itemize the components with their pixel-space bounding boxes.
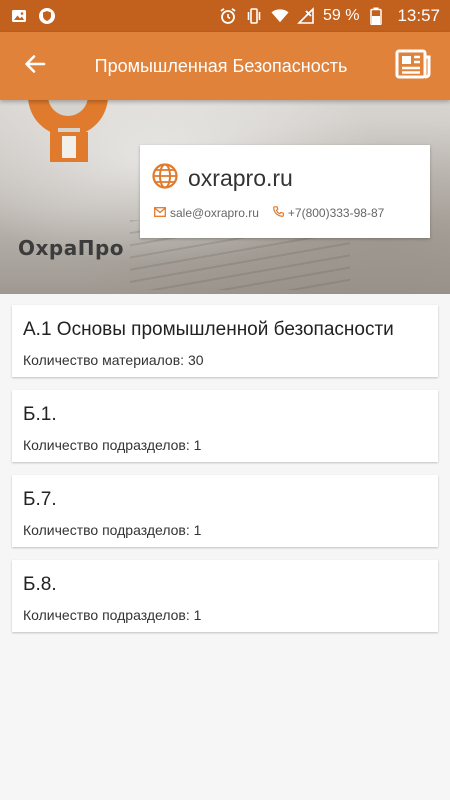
contact-card: oxrapro.ru sale@oxrapro.ru +7(800)333-98… [140, 145, 430, 238]
website-link[interactable]: oxrapro.ru [152, 163, 293, 194]
clock: 13:57 [397, 6, 440, 25]
list-item[interactable]: Б.8. Количество подразделов: 1 [12, 560, 438, 632]
contact-row: sale@oxrapro.ru +7(800)333-98-87 [154, 206, 384, 220]
arrow-left-icon [23, 52, 47, 81]
battery-percent: 59 % [322, 7, 360, 24]
app-bar: Промышленная Безопасность [0, 32, 450, 100]
globe-icon [152, 163, 178, 194]
item-subtitle: Количество подразделов: 1 [23, 607, 202, 623]
news-button[interactable] [376, 32, 450, 100]
email-text: sale@oxrapro.ru [170, 206, 259, 220]
page-title: Промышленная Безопасность [94, 55, 348, 76]
alarm-icon [219, 7, 237, 25]
back-button[interactable] [0, 32, 70, 100]
website-text: oxrapro.ru [188, 165, 293, 191]
status-bar: 59 % 13:57 [0, 0, 450, 32]
phone-text: +7(800)333-98-87 [287, 206, 385, 220]
phone-icon [272, 206, 284, 220]
phone-link[interactable]: +7(800)333-98-87 [272, 206, 385, 220]
signal-off-icon [297, 7, 315, 25]
email-link[interactable]: sale@oxrapro.ru [154, 206, 259, 220]
shield-app-icon [38, 7, 56, 25]
list-item[interactable]: А.1 Основы промышленной безопасности Кол… [12, 305, 438, 377]
item-subtitle: Количество подразделов: 1 [23, 437, 202, 453]
item-title: А.1 Основы промышленной безопасности [23, 319, 394, 340]
logo-text: ОхраПро [18, 236, 125, 260]
envelope-icon [154, 206, 166, 220]
image-icon [10, 7, 28, 25]
item-title: Б.7. [23, 489, 57, 510]
item-subtitle: Количество подразделов: 1 [23, 522, 202, 538]
battery-icon [367, 7, 385, 25]
wifi-icon [271, 7, 289, 25]
newspaper-icon [395, 49, 431, 84]
vibrate-icon [245, 7, 263, 25]
list-item[interactable]: Б.1. Количество подразделов: 1 [12, 390, 438, 462]
item-subtitle: Количество материалов: 30 [23, 352, 204, 368]
list-item[interactable]: Б.7. Количество подразделов: 1 [12, 475, 438, 547]
item-title: Б.8. [23, 574, 57, 595]
sections-list: А.1 Основы промышленной безопасности Кол… [12, 305, 438, 645]
item-title: Б.1. [23, 404, 57, 425]
